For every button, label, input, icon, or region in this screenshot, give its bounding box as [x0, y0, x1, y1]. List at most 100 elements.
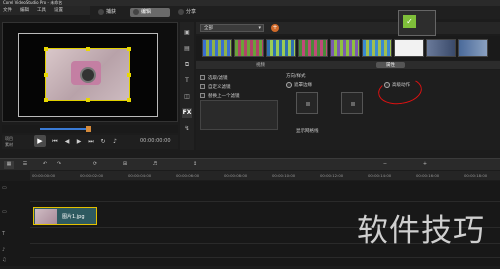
- timeline-view-icon[interactable]: ☰: [20, 161, 30, 169]
- radio-label-1: 遮罩边缘: [294, 83, 312, 88]
- redo-icon[interactable]: ↷: [54, 161, 64, 169]
- filter-thumb[interactable]: [202, 39, 232, 57]
- effect-checkbox-1[interactable]: [200, 75, 205, 80]
- radio-1[interactable]: [286, 82, 292, 88]
- auto-music-icon[interactable]: ♬: [150, 161, 160, 169]
- trim-range[interactable]: [40, 128, 90, 130]
- direction-title: 方向/样式: [286, 74, 306, 79]
- options-panel: 选取/滤镜 自定义滤镜 替换上一个滤镜 方向/样式 遮罩边缘 显示网格线 高级动…: [196, 70, 500, 150]
- watermark: 软件技巧: [357, 213, 485, 249]
- effect-label-1: 选取/滤镜: [208, 76, 228, 81]
- motion-icon[interactable]: ↕: [190, 161, 200, 169]
- timeline-ruler[interactable]: 00:00:00:00 00:00:02:00 00:00:04:00 00:0…: [30, 171, 500, 180]
- clip-thumbnail: [35, 209, 57, 224]
- ruler-tick: 00:00:18:00: [464, 173, 488, 178]
- step-number-icon: [178, 8, 184, 15]
- filter-thumb[interactable]: [394, 39, 424, 57]
- filter-thumb[interactable]: [330, 39, 360, 57]
- ruler-tick: 00:00:10:00: [272, 173, 296, 178]
- resize-handle[interactable]: [44, 73, 48, 77]
- ruler-tick: 00:00:04:00: [128, 173, 152, 178]
- overlay-track-label[interactable]: ▭: [2, 209, 30, 221]
- resize-handle[interactable]: [86, 98, 90, 102]
- camera-image: [71, 61, 101, 85]
- transition-icon[interactable]: ⧉: [182, 60, 192, 70]
- timeline-clip[interactable]: 图片1.jpg: [33, 207, 97, 225]
- filter-fx-icon[interactable]: FX: [182, 108, 192, 118]
- title-icon[interactable]: T: [182, 76, 192, 86]
- scrubber-knob[interactable]: [86, 126, 91, 132]
- prev-frame-icon[interactable]: ◀: [62, 137, 72, 147]
- storyboard-icon[interactable]: ▦: [4, 161, 14, 169]
- ruler-tick: 00:00:06:00: [176, 173, 200, 178]
- replace-checkbox[interactable]: [200, 93, 205, 98]
- popup-tooltip: ✓: [398, 10, 436, 36]
- menu-tools[interactable]: 工具: [37, 7, 46, 13]
- step-share[interactable]: 分享: [175, 8, 215, 17]
- clip-name: 图片1.jpg: [62, 214, 85, 220]
- menu-file[interactable]: 文件: [3, 7, 12, 13]
- menu-edit[interactable]: 编辑: [20, 7, 29, 13]
- add-button[interactable]: +: [271, 24, 279, 32]
- preview-photo[interactable]: [44, 47, 131, 102]
- media-icon[interactable]: ▣: [182, 28, 192, 38]
- mode-clip[interactable]: 素材: [5, 142, 13, 148]
- scrubber[interactable]: [2, 125, 178, 133]
- replace-label: 替换上一个滤镜: [208, 94, 240, 99]
- menu-settings[interactable]: 设置: [54, 7, 63, 13]
- ruler-tick: 00:00:14:00: [368, 173, 392, 178]
- tab-video[interactable]: 视频: [256, 62, 265, 68]
- resize-handle[interactable]: [44, 98, 48, 102]
- next-frame-icon[interactable]: ▶: [74, 137, 84, 147]
- path-icon[interactable]: ↯: [182, 124, 192, 134]
- red-annotation-circle: [376, 75, 424, 107]
- ruler-tick: 00:00:12:00: [320, 173, 344, 178]
- step-number-icon: [133, 8, 139, 15]
- position-grid-2[interactable]: [341, 92, 363, 114]
- home-icon[interactable]: ⏮: [50, 137, 60, 147]
- filter-thumb[interactable]: [266, 39, 296, 57]
- ruler-tick: 00:00:16:00: [416, 173, 440, 178]
- play-button[interactable]: ▶: [34, 135, 46, 147]
- timeline-toolbar: ▦ ☰ ↶ ↷ ⟳ ⊞ ♬ ↕ − +: [0, 158, 500, 170]
- ruler-tick: 00:00:00:00: [32, 173, 56, 178]
- playback-controls: 项目 素材 ▶ ⏮ ◀ ▶ ⏭ ↻ ♪ 00:00:00:00: [2, 135, 178, 149]
- resize-handle[interactable]: [86, 47, 90, 51]
- category-dropdown[interactable]: 全部: [200, 24, 264, 32]
- filter-list[interactable]: [200, 100, 278, 130]
- library-sidebar: ▣ ▤ ⧉ T ◫ FX ↯: [180, 22, 194, 150]
- library-toolbar: 全部 +: [196, 22, 500, 34]
- track-divider: [30, 201, 500, 202]
- filter-thumb[interactable]: [362, 39, 392, 57]
- tab-attribute[interactable]: 属性: [376, 62, 405, 68]
- music-track-label[interactable]: ♫: [2, 257, 30, 269]
- filter-thumb[interactable]: [234, 39, 264, 57]
- resize-handle[interactable]: [127, 47, 131, 51]
- step-edit[interactable]: 编辑: [130, 8, 170, 17]
- resize-handle[interactable]: [127, 98, 131, 102]
- filter-thumb[interactable]: [298, 39, 328, 57]
- volume-icon[interactable]: ♪: [110, 137, 120, 147]
- undo-icon[interactable]: ↶: [40, 161, 50, 169]
- show-grid-label: 显示网格线: [296, 129, 319, 134]
- position-grid-1[interactable]: [296, 92, 318, 114]
- resize-handle[interactable]: [44, 47, 48, 51]
- zoom-out-icon[interactable]: −: [380, 161, 390, 169]
- effect-checkbox-2[interactable]: [200, 84, 205, 89]
- filter-thumbnails: [196, 36, 500, 60]
- graphic-icon[interactable]: ◫: [182, 92, 192, 102]
- filter-thumb[interactable]: [426, 39, 456, 57]
- options-tabs: 视频 属性: [196, 61, 500, 69]
- title-track-label[interactable]: T: [2, 231, 30, 243]
- record-icon[interactable]: ⟳: [90, 161, 100, 169]
- mixer-icon[interactable]: ⊞: [120, 161, 130, 169]
- repeat-icon[interactable]: ↻: [98, 137, 108, 147]
- filter-thumb[interactable]: [458, 39, 488, 57]
- step-capture[interactable]: 捕获: [95, 8, 130, 17]
- zoom-in-icon[interactable]: +: [420, 161, 430, 169]
- video-track-label[interactable]: ▭: [2, 185, 30, 197]
- timecode: 00:00:00:00: [140, 138, 171, 144]
- resize-handle[interactable]: [127, 73, 131, 77]
- instant-project-icon[interactable]: ▤: [182, 44, 192, 54]
- end-icon[interactable]: ⏭: [86, 137, 96, 147]
